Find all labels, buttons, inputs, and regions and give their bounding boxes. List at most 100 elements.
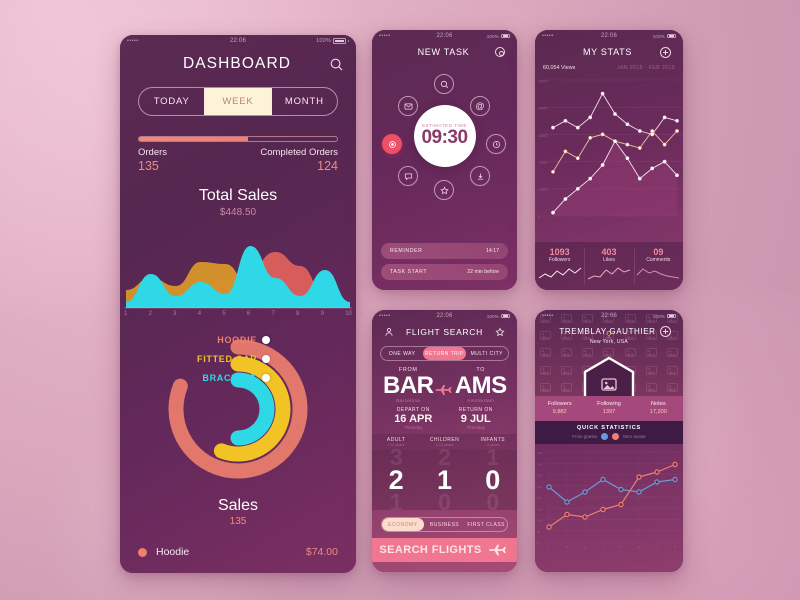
hamburger-icon[interactable] [547, 327, 555, 336]
star-icon[interactable] [434, 180, 454, 200]
children-stepper[interactable]: 2 1 0 [420, 444, 468, 515]
segment-business[interactable]: BUSINESS [424, 518, 466, 531]
search-icon[interactable] [329, 57, 344, 72]
data-point [588, 176, 593, 181]
avatar-hexagon [583, 356, 635, 396]
page-title: TREMBLAY GAUTHIER [559, 326, 656, 336]
stat-label: Likes [603, 257, 615, 263]
stat-value: 1397 [602, 409, 616, 415]
list-item[interactable]: Fitted Cap $69.50 [138, 565, 338, 573]
origin-field[interactable]: FROM BAR Barcelona [382, 367, 435, 403]
route-selector: FROM BAR Barcelona TO AMS Amsterdam [372, 361, 517, 403]
task-rows: REMINDER 14:17 TASK START 22 min before [372, 238, 517, 280]
y-tick: 12000 [538, 188, 548, 192]
data-point [551, 169, 555, 174]
cabin-class-segmented-control[interactable]: ECONOMY BUSINESS FIRST CLASS [381, 517, 508, 533]
segment-first-class[interactable]: FIRST CLASS [465, 518, 507, 531]
hamburger-icon[interactable] [132, 57, 145, 70]
data-point [675, 118, 679, 123]
cover-tile [535, 344, 556, 361]
page-title: FLIGHT SEARCH [406, 327, 483, 337]
search-flights-button[interactable]: SEARCH FLIGHTS [372, 538, 517, 563]
task-start-row[interactable]: TASK START 22 min before [381, 264, 508, 280]
stat-comments[interactable]: 09 Comments [633, 242, 683, 290]
plus-icon[interactable] [660, 325, 671, 337]
y-tick: 100 [537, 519, 542, 523]
origin-code: BAR [383, 372, 434, 399]
list-item[interactable]: Hoodie $74.00 [138, 539, 338, 565]
infants-stepper[interactable]: 1 0 0 [469, 444, 517, 515]
stepper-prev[interactable]: 1 [469, 444, 517, 471]
segment-month[interactable]: MONTH [272, 88, 337, 115]
stats-area-fill [553, 141, 677, 216]
legend-right-label: Nitro avatar [623, 434, 646, 439]
legend-price: $69.50 [306, 572, 338, 573]
profile-stat-notes[interactable]: Notes 17,200 [634, 401, 683, 415]
location-icon[interactable] [382, 134, 402, 154]
y-tick: 48000 [538, 107, 548, 111]
page-title: NEW TASK [417, 47, 470, 57]
data-point [654, 479, 660, 485]
segment-multi-city[interactable]: MULTI CITY [466, 347, 508, 360]
period-segmented-control[interactable]: TODAY WEEK MONTH [138, 87, 338, 116]
phone-dashboard: ••••• 22:06 100% DASHBOARD TODAY WEEK MO… [120, 35, 356, 573]
stepper-next[interactable]: 1 [372, 489, 420, 516]
my-stats-header: MY STATS [535, 42, 683, 62]
chat-icon[interactable] [398, 166, 418, 186]
search-icon[interactable] [434, 74, 454, 94]
stepper-prev[interactable]: 3 [372, 444, 420, 471]
stat-label: Notes [651, 401, 666, 407]
estimated-time-circle[interactable]: ESTIMATED TIME 09:30 [413, 104, 476, 167]
hamburger-icon[interactable] [547, 48, 555, 57]
segment-week[interactable]: WEEK [204, 88, 272, 115]
y-tick: 60000 [538, 79, 548, 83]
status-time: 22:06 [600, 33, 617, 39]
cover-tile [641, 379, 662, 396]
hamburger-icon[interactable] [384, 48, 392, 57]
adult-stepper[interactable]: 3 2 1 [372, 444, 420, 515]
data-point [575, 186, 580, 191]
gear-icon[interactable] [495, 47, 505, 57]
star-icon[interactable] [495, 327, 505, 337]
status-time: 22:06 [436, 313, 453, 319]
data-point [600, 132, 605, 137]
reminder-row[interactable]: REMINDER 14:17 [381, 243, 508, 259]
stats-line-chart: 60000 48000 36000 24000 12000 0 [538, 79, 683, 219]
return-field[interactable]: RETURN ON 9 JUL Thursday [445, 407, 508, 430]
sales-donut-chart: HOODIE FITTED CAP BRACELET [120, 321, 356, 499]
data-point [618, 486, 624, 493]
profile-stat-followers[interactable]: Followers 9,882 [535, 401, 584, 415]
stat-label: Comments [646, 257, 671, 263]
plus-icon[interactable] [660, 46, 671, 58]
stepper-next[interactable]: 0 [469, 489, 517, 516]
stats-subheader: 60,054 Views JAN 2015 - FEB 2015 [535, 62, 683, 71]
phone-profile: ••••• 22:06 100% TREMBLAY GAUTHIER ⚲ New… [535, 310, 683, 572]
at-icon[interactable]: @ [470, 96, 490, 116]
stepper-next[interactable]: 0 [420, 489, 468, 516]
stat-likes[interactable]: 403 Likes [584, 242, 633, 290]
stat-followers[interactable]: 1093 Followers [535, 242, 584, 290]
segment-return-trip[interactable]: RETURN TRIP [423, 347, 466, 360]
data-point [600, 506, 606, 513]
clock-icon[interactable] [486, 134, 506, 154]
battery-icon [501, 313, 510, 319]
avatar[interactable] [581, 356, 637, 396]
segment-economy[interactable]: ECONOMY [382, 518, 424, 532]
trip-type-segmented-control[interactable]: ONE WAY RETURN TRIP MULTI CITY [380, 346, 509, 361]
depart-field[interactable]: DEPART ON 16 APR Thursday [382, 407, 445, 430]
destination-field[interactable]: TO AMS Amsterdam [455, 367, 507, 403]
status-time: 22:06 [600, 313, 617, 319]
segment-today[interactable]: TODAY [139, 88, 204, 115]
page-title: MY STATS [582, 47, 633, 57]
mail-icon[interactable] [398, 96, 418, 116]
stepper-prev[interactable]: 2 [420, 444, 468, 471]
x-tick: 2 [566, 545, 568, 549]
segment-one-way[interactable]: ONE WAY [381, 347, 423, 360]
profile-stats: Followers 9,882 Following 1397 Notes 17,… [535, 396, 683, 421]
profile-stat-following[interactable]: Following 1397 [584, 401, 633, 415]
download-icon[interactable] [470, 166, 490, 186]
quick-statistics-chart: 400 350 300 250 200 150 100 50 0 1 2 3 4 5 6 7 8 [537, 451, 681, 549]
person-icon[interactable] [384, 327, 394, 337]
estimated-time-value: 09:30 [421, 126, 468, 148]
data-point [613, 139, 617, 144]
